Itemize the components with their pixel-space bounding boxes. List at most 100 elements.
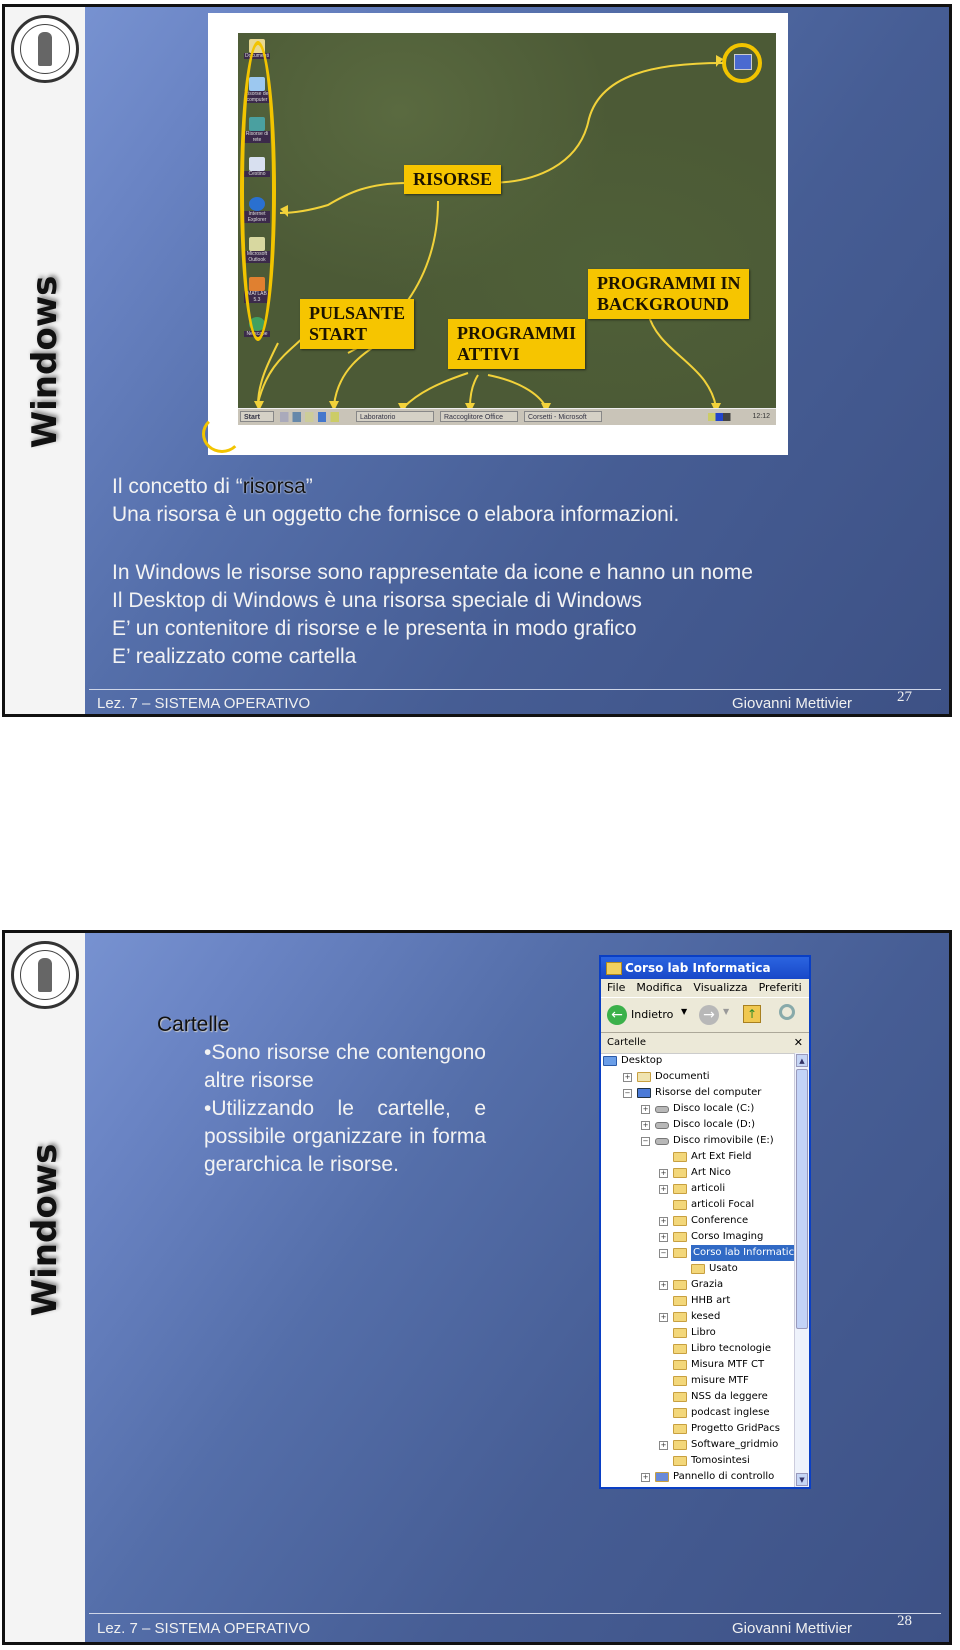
sidebar-title: Windows <box>25 275 65 449</box>
folder-icon <box>673 1456 687 1466</box>
folder-icon <box>673 1312 687 1322</box>
expand-icon[interactable]: + <box>641 1121 650 1130</box>
expand-icon[interactable]: + <box>641 1105 650 1114</box>
tree-item[interactable]: Tomosintesi <box>601 1453 795 1469</box>
tree-item-label: Disco locale (C:) <box>673 1103 755 1114</box>
folders-pane-title: Cartelle <box>607 1037 647 1048</box>
tree-item[interactable]: + Pannello di controllo <box>601 1469 795 1485</box>
tree-item[interactable]: Art Ext Field <box>601 1149 795 1165</box>
tree-item[interactable]: Libro <box>601 1325 795 1341</box>
tree-item[interactable]: + articoli <box>601 1181 795 1197</box>
tree-item[interactable]: + Art Nico <box>601 1165 795 1181</box>
tree-item[interactable]: Desktop <box>601 1053 795 1069</box>
tree-item[interactable]: NSS da leggere <box>601 1389 795 1405</box>
tree-item[interactable]: articoli Focal <box>601 1197 795 1213</box>
folder-icon <box>673 1424 687 1434</box>
collapse-icon[interactable]: − <box>659 1249 668 1258</box>
expand-icon[interactable]: + <box>659 1281 668 1290</box>
scroll-up-icon[interactable]: ▲ <box>796 1054 808 1067</box>
quick-launch-icons[interactable] <box>280 412 350 422</box>
tree-item-label: Libro tecnologie <box>691 1343 772 1354</box>
tree-item[interactable]: − Corso lab Informatica <box>601 1245 803 1261</box>
tree-item[interactable]: + Disco locale (C:) <box>601 1101 795 1117</box>
tree-item[interactable]: + kesed <box>601 1309 795 1325</box>
folder-icon <box>673 1200 687 1210</box>
forward-arrow-icon[interactable]: → <box>699 1005 719 1025</box>
footer-course: Lez. 7 – SISTEMA OPERATIVO <box>97 1620 311 1637</box>
expand-icon[interactable]: + <box>659 1233 668 1242</box>
tree-item-label: Risorse del computer <box>655 1087 762 1098</box>
scrollbar-thumb[interactable] <box>796 1069 808 1329</box>
tree-item[interactable]: HHB art <box>601 1293 795 1309</box>
tree-item[interactable]: + Documenti <box>601 1069 795 1085</box>
slide-sidebar: Windows <box>5 933 85 1642</box>
menu-file[interactable]: File <box>607 979 625 997</box>
label-programmi-attivi: PROGRAMMI ATTIVI <box>448 319 585 369</box>
vertical-scrollbar[interactable]: ▲ ▼ <box>794 1053 809 1487</box>
system-tray-icons[interactable] <box>708 413 738 421</box>
menu-preferiti[interactable]: Preferiti <box>759 979 802 997</box>
slide-28: Windows Cartelle •Sono risorse che conte… <box>2 930 952 1645</box>
footer-author: Giovanni Mettivier <box>732 695 853 712</box>
tree-item-label: misure MTF <box>691 1375 749 1386</box>
taskbar-button-raccoglitore[interactable]: Raccoglitore Office <box>440 411 518 422</box>
tree-item[interactable]: + Corso Imaging <box>601 1229 795 1245</box>
tree-item[interactable]: − Disco rimovibile (E:) <box>601 1133 795 1149</box>
window-titlebar[interactable]: Corso lab Informatica <box>601 957 809 979</box>
back-arrow-icon[interactable]: ← <box>607 1005 627 1025</box>
tree-item[interactable]: + Conference <box>601 1213 795 1229</box>
tree-item[interactable]: Usato <box>601 1261 795 1277</box>
body-line: E’ realizzato come cartella <box>112 645 357 668</box>
folder-icon <box>673 1344 687 1354</box>
collapse-icon[interactable]: − <box>641 1137 650 1146</box>
expand-icon[interactable]: + <box>623 1073 632 1082</box>
tree-item[interactable]: Libro tecnologie <box>601 1341 795 1357</box>
ctrl-icon <box>655 1472 669 1482</box>
tree-item[interactable]: Progetto GridPacs <box>601 1421 795 1437</box>
collapse-icon[interactable]: − <box>623 1089 632 1098</box>
tree-item[interactable]: misure MTF <box>601 1373 795 1389</box>
expand-icon[interactable]: + <box>659 1169 668 1178</box>
folder-icon <box>673 1440 687 1450</box>
tree-item[interactable]: − Risorse del computer <box>601 1085 795 1101</box>
start-button[interactable]: Start <box>240 411 274 422</box>
tree-item-label: Corso lab Informatica <box>691 1245 803 1261</box>
tree-item-label: Usato <box>709 1263 738 1274</box>
expand-icon[interactable]: + <box>641 1473 650 1482</box>
expand-icon[interactable]: + <box>659 1313 668 1322</box>
folder-icon <box>673 1280 687 1290</box>
taskbar: Start Laboratorio Raccoglitore Office Co… <box>238 408 776 425</box>
back-dropdown-icon[interactable]: ▼ <box>681 1007 687 1016</box>
expand-icon[interactable]: + <box>659 1217 668 1226</box>
window-title: Corso lab Informatica <box>625 961 771 975</box>
expand-icon[interactable]: + <box>659 1185 668 1194</box>
taskbar-button-laboratorio[interactable]: Laboratorio <box>356 411 434 422</box>
page-number: 28 <box>897 1613 912 1629</box>
back-button-label[interactable]: Indietro <box>631 1008 673 1021</box>
body-line: Il Desktop di Windows è una risorsa spec… <box>112 589 642 612</box>
tree-item[interactable]: Misura MTF CT <box>601 1357 795 1373</box>
tree-item[interactable]: + Grazia <box>601 1277 795 1293</box>
scroll-down-icon[interactable]: ▼ <box>796 1473 808 1486</box>
start-button-highlight <box>202 415 242 453</box>
expand-icon[interactable]: + <box>659 1441 668 1450</box>
tree-item[interactable]: podcast inglese <box>601 1405 795 1421</box>
folder-icon <box>673 1328 687 1338</box>
tree-item-label: Desktop <box>621 1055 663 1066</box>
tree-item-label: Pannello di controllo <box>673 1471 775 1482</box>
forward-dropdown-icon[interactable]: ▼ <box>723 1007 729 1016</box>
menu-modifica[interactable]: Modifica <box>636 979 682 997</box>
close-icon[interactable]: ✕ <box>794 1033 803 1053</box>
tree-item[interactable]: + Disco locale (D:) <box>601 1117 795 1133</box>
taskbar-button-corsetti[interactable]: Corsetti - Microsoft <box>524 411 602 422</box>
label-risorse: RISORSE <box>404 165 502 194</box>
comp-icon <box>637 1088 651 1098</box>
tree-item[interactable]: + Software_gridmio <box>601 1437 795 1453</box>
search-icon[interactable] <box>779 1004 795 1020</box>
taskbar-clock: 12:12 <box>752 413 770 420</box>
menu-visualizza[interactable]: Visualizza <box>693 979 747 997</box>
explorer-window: Corso lab Informatica File Modifica Visu… <box>599 955 811 1489</box>
tree-item-label: Art Ext Field <box>691 1151 752 1162</box>
folder-icon <box>673 1392 687 1402</box>
folder-up-icon[interactable]: ↑ <box>743 1005 761 1023</box>
